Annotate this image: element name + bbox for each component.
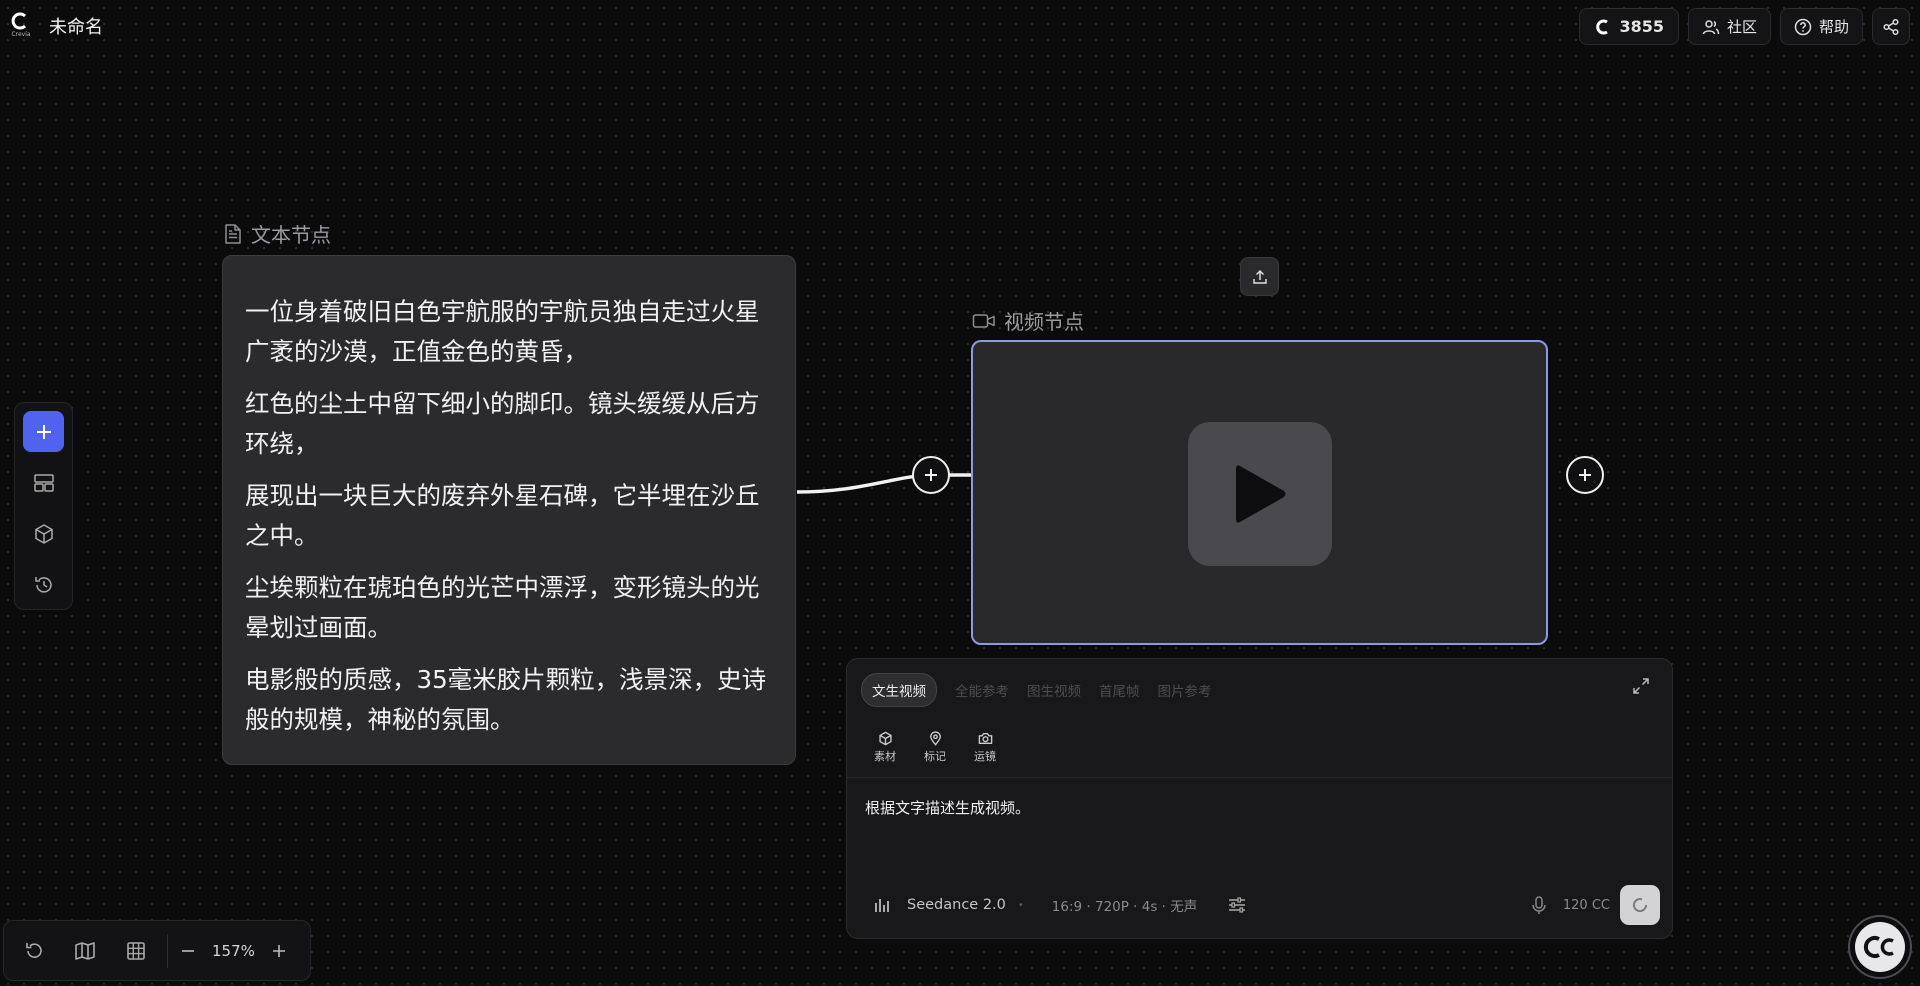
help-label: 帮助 [1818, 18, 1849, 36]
mode-tabs: 文生视频 全能参考 图生视频 首尾帧 图片参考 [861, 673, 1212, 707]
text-node-paragraph: 一位身着破旧白色宇航服的宇航员独自走过火星广袤的沙漠，正值金色的黄昏， [245, 297, 760, 366]
assets-button[interactable] [23, 513, 64, 554]
tab-image-to-video[interactable]: 图生视频 [1027, 674, 1081, 706]
camera-motion-tool[interactable]: 运镜 [967, 731, 1003, 764]
separator-dot: • [1017, 899, 1024, 911]
text-node-title: 文本节点 [251, 223, 331, 247]
zoom-in-button[interactable] [271, 943, 287, 959]
app-logo[interactable]: Crevia [8, 12, 34, 38]
video-node-title: 视频节点 [1004, 310, 1084, 334]
plus-icon [36, 424, 51, 439]
marker-tool-label: 标记 [924, 750, 946, 763]
help-icon [1794, 18, 1812, 35]
layout-icon [33, 473, 54, 492]
document-icon [225, 223, 241, 244]
avatar-logo [1855, 922, 1905, 972]
document-title[interactable]: 未命名 [49, 13, 103, 39]
microphone-icon [1532, 896, 1546, 914]
top-actions: 3855 社区 帮助 [1579, 8, 1910, 45]
share-button[interactable] [1872, 8, 1910, 45]
zoom-out-button[interactable] [180, 943, 196, 959]
tab-first-last-frame[interactable]: 首尾帧 [1099, 674, 1140, 706]
video-node-label: 视频节点 [972, 306, 1084, 335]
video-camera-icon [972, 313, 995, 328]
minus-icon [182, 949, 194, 952]
tab-text-to-video[interactable]: 文生视频 [861, 673, 937, 707]
canvas-controls: 157% [3, 920, 311, 981]
upload-icon [1252, 269, 1267, 284]
assets-tool[interactable]: 素材 [867, 731, 903, 764]
plus-icon [1579, 469, 1591, 481]
left-toolbar [14, 402, 73, 610]
generation-panel: 文生视频 全能参考 图生视频 首尾帧 图片参考 素材 标记 运镜 根据文字描述生… [846, 658, 1673, 939]
add-node-button[interactable] [23, 411, 64, 452]
text-node-paragraph: 红色的尘土中留下细小的脚印。镜头缓缓从后方环绕， [245, 389, 760, 458]
camera-icon [978, 733, 992, 744]
credits-icon [1596, 19, 1609, 34]
prompt-tools: 素材 标记 运镜 [867, 731, 1003, 764]
cube-icon [34, 523, 53, 544]
audio-bars-icon [875, 899, 889, 912]
prompt-input[interactable]: 根据文字描述生成视频。 [865, 797, 1030, 818]
voice-input-button[interactable] [1531, 895, 1547, 915]
text-node[interactable]: 一位身着破旧白色宇航服的宇航员独自走过火星广袤的沙漠，正值金色的黄昏， 红色的尘… [222, 255, 796, 765]
crevia-logo-icon: Crevia [11, 12, 31, 38]
model-selector[interactable]: Seedance 2.0 [907, 897, 1006, 913]
text-node-paragraph: 展现出一块巨大的废弃外星石碑，它半埋在沙丘之中。 [245, 481, 760, 550]
text-node-paragraph: 尘埃颗粒在琥珀色的光芒中漂浮，变形镜头的光晕划过画面。 [245, 573, 760, 642]
tab-omni-reference[interactable]: 全能参考 [955, 674, 1009, 706]
text-node-label: 文本节点 [223, 219, 331, 248]
loading-icon [1633, 898, 1648, 913]
generation-cost: 120 CC [1562, 897, 1610, 913]
export-button[interactable] [1240, 257, 1279, 296]
minimap-button[interactable] [69, 935, 101, 967]
expand-icon [1633, 678, 1649, 694]
tab-image-reference[interactable]: 图片参考 [1158, 674, 1212, 706]
video-params[interactable]: 16:9 · 720P · 4s · 无声 [1052, 895, 1197, 915]
camera-motion-tool-label: 运镜 [974, 750, 996, 763]
brand-mark-icon [1863, 936, 1894, 958]
history-button[interactable] [23, 564, 64, 605]
zoom-level: 157% [212, 941, 255, 960]
toolbar-divider [167, 933, 168, 968]
map-icon [75, 941, 95, 960]
help-button[interactable]: 帮助 [1779, 8, 1863, 45]
users-icon [1702, 19, 1720, 34]
expand-button[interactable] [1632, 677, 1650, 695]
add-output-node-button[interactable] [1566, 456, 1604, 494]
panel-divider [847, 777, 1672, 778]
play-icon [1236, 465, 1286, 523]
generate-button[interactable] [1620, 885, 1660, 925]
undo-button[interactable] [18, 935, 50, 967]
community-button[interactable]: 社区 [1687, 8, 1771, 45]
add-connection-button[interactable] [912, 456, 950, 494]
text-node-paragraph: 电影般的质感，35毫米胶片颗粒，浅景深，史诗般的规模，神秘的氛围。 [245, 665, 767, 734]
play-button[interactable] [1188, 422, 1332, 566]
svg-text:Crevia: Crevia [11, 31, 30, 38]
sliders-icon [1229, 897, 1246, 913]
marker-tool[interactable]: 标记 [917, 731, 953, 764]
credits-button[interactable]: 3855 [1579, 8, 1679, 45]
map-pin-icon [929, 731, 941, 746]
grid-icon [127, 941, 145, 960]
grid-toggle-button[interactable] [120, 935, 152, 967]
assets-tool-label: 素材 [874, 750, 896, 763]
panel-footer: Seedance 2.0 • 16:9 · 720P · 4s · 无声 120… [873, 884, 1660, 926]
video-node[interactable] [971, 340, 1548, 645]
settings-button[interactable] [1227, 896, 1247, 914]
plus-icon [925, 469, 937, 481]
community-label: 社区 [1726, 18, 1757, 36]
undo-icon [26, 942, 42, 958]
share-icon [1883, 18, 1899, 35]
history-icon [34, 576, 52, 593]
credits-value: 3855 [1619, 17, 1664, 36]
user-avatar[interactable] [1848, 915, 1912, 979]
cube-icon [878, 731, 892, 746]
plus-icon [272, 944, 285, 957]
layout-button[interactable] [23, 462, 64, 503]
